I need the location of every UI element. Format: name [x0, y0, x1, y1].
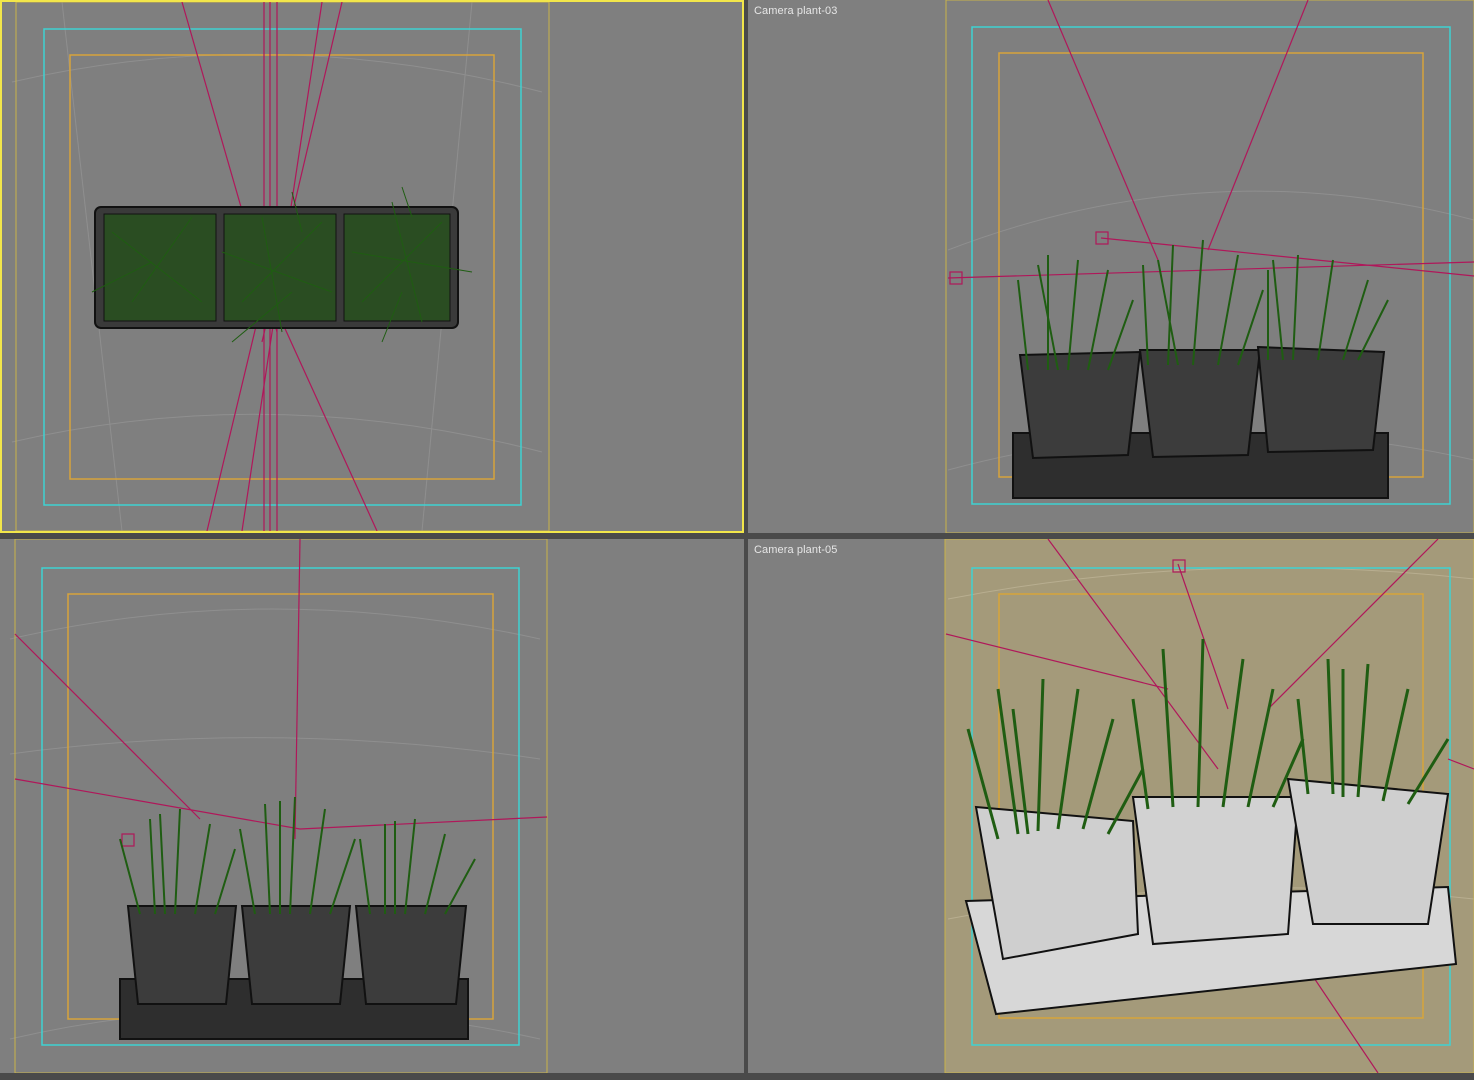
pots-front-view[interactable]	[119, 796, 476, 1040]
pots-camera-03[interactable]	[1012, 239, 1389, 499]
viewport-camera-03-canvas	[945, 0, 1474, 533]
viewport-top[interactable]	[0, 0, 744, 533]
viewport-camera-05-canvas	[944, 539, 1474, 1073]
viewport-front[interactable]	[0, 539, 744, 1073]
viewport-camera-03[interactable]: Camera plant-03	[748, 0, 1474, 533]
viewport-top-canvas	[11, 2, 550, 531]
viewport-camera-05[interactable]: Camera plant-05	[748, 539, 1474, 1073]
viewport-front-canvas	[9, 539, 548, 1073]
pots-top-view[interactable]	[91, 186, 473, 343]
